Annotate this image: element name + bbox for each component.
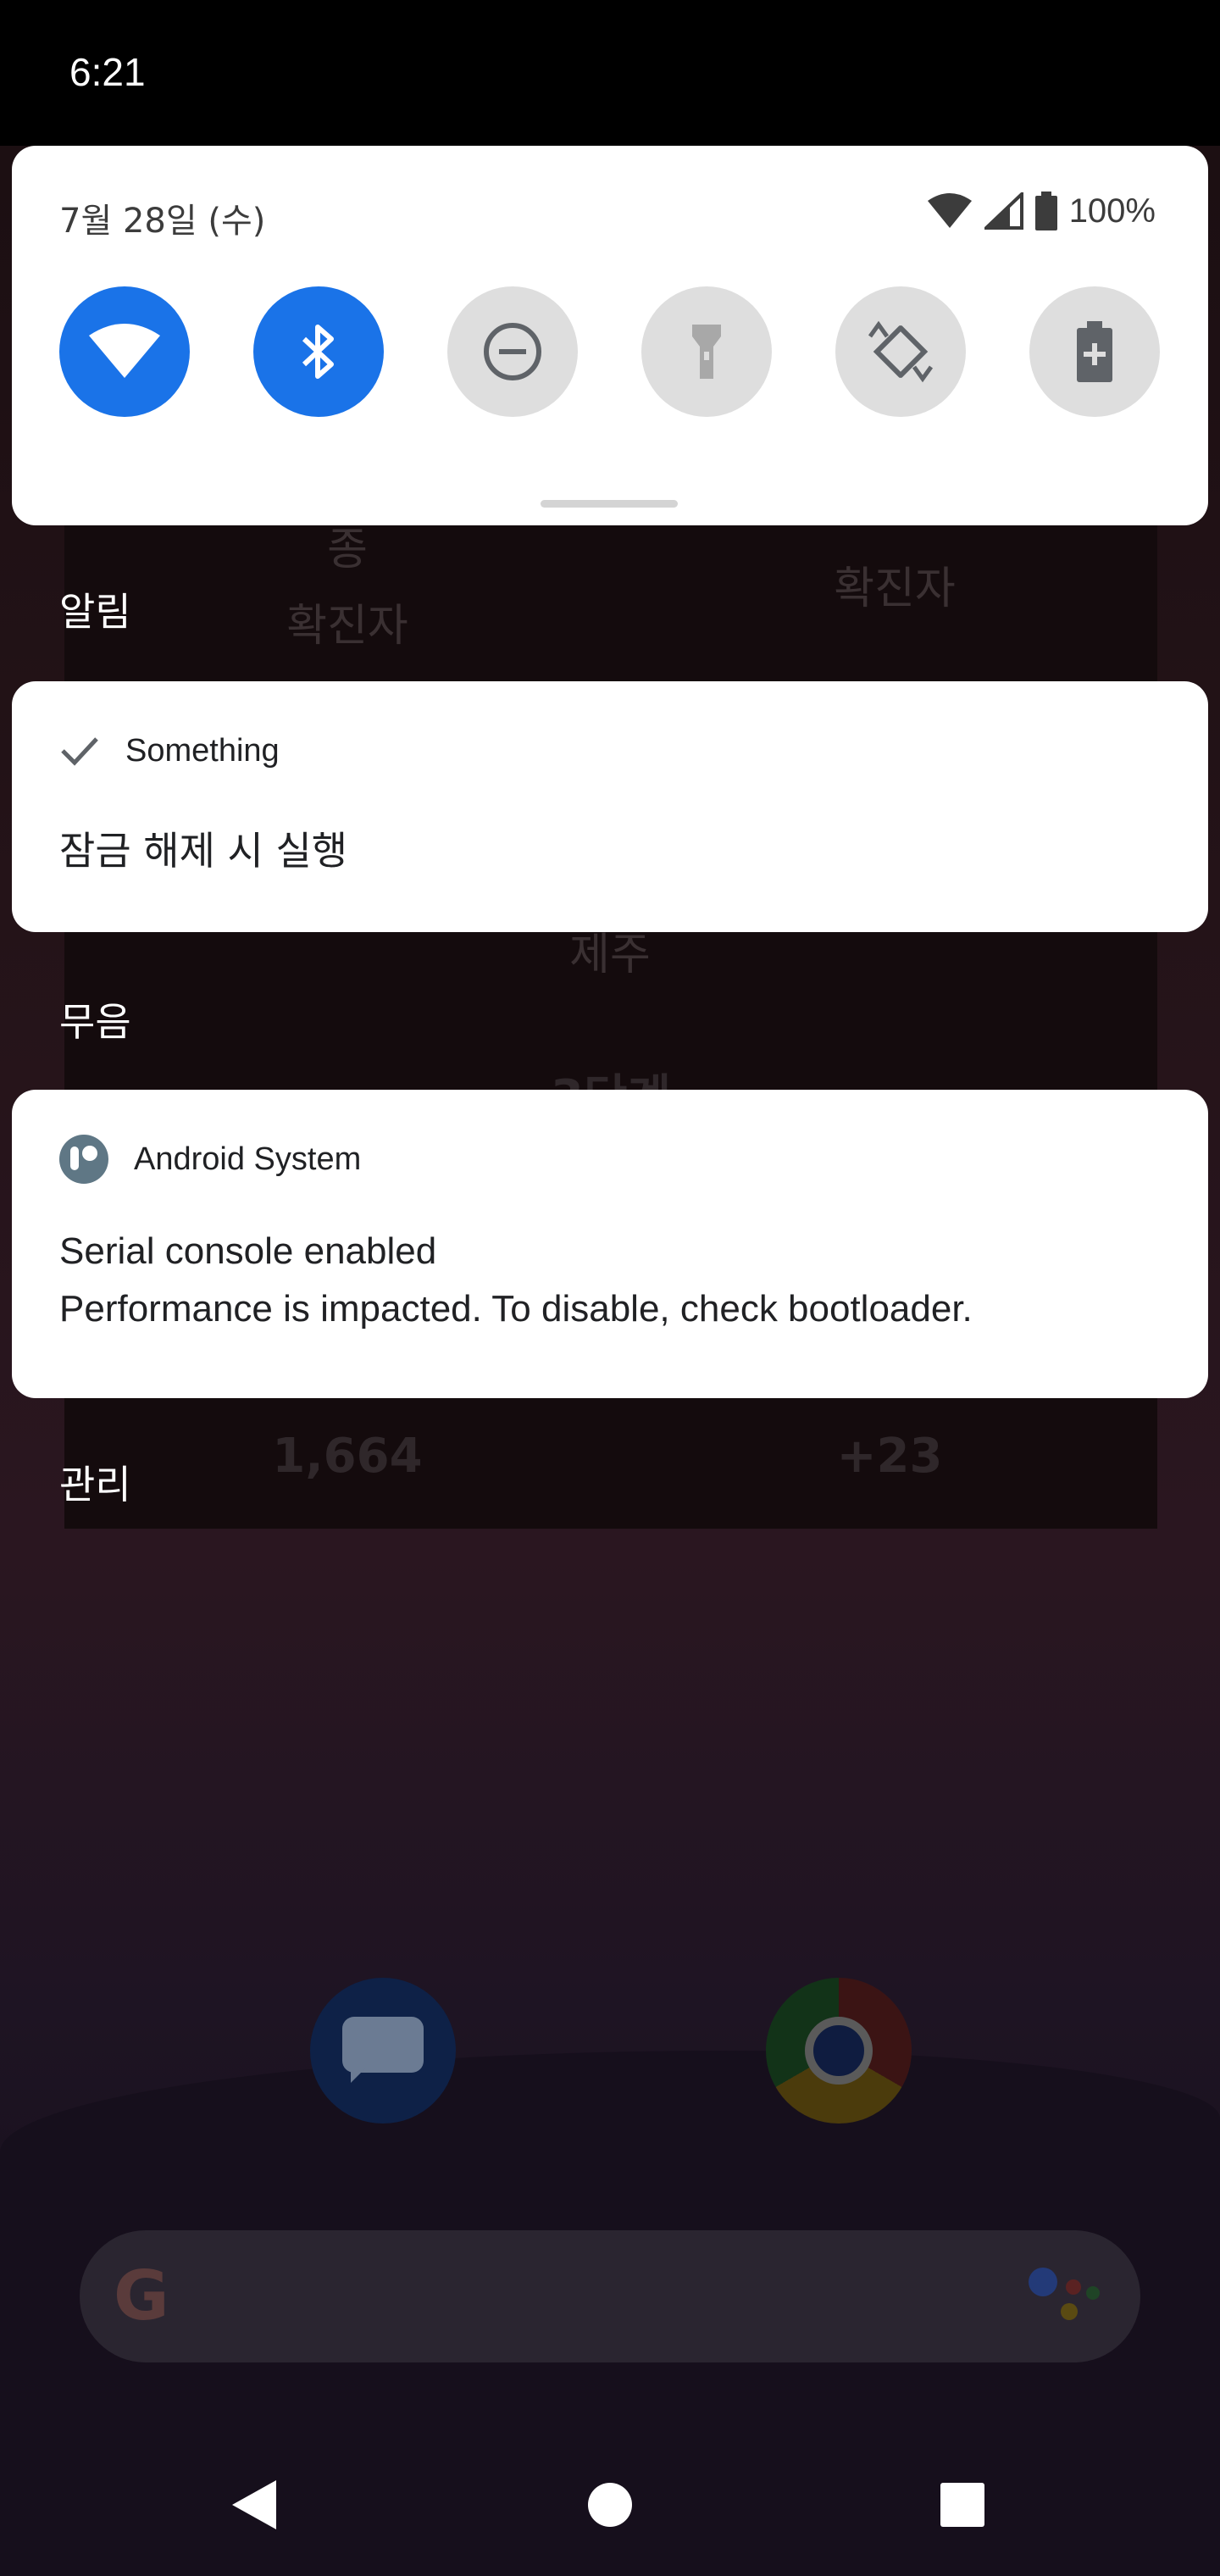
android-system-icon <box>59 1135 108 1184</box>
battery-saver-tile[interactable] <box>1029 286 1160 417</box>
home-icon <box>588 2483 632 2527</box>
notification-app-name: Something <box>125 732 280 769</box>
wifi-tile[interactable] <box>59 286 190 417</box>
auto-rotate-icon <box>868 318 934 386</box>
home-button[interactable] <box>569 2464 651 2545</box>
bluetooth-icon <box>302 325 334 379</box>
do-not-disturb-tile[interactable] <box>447 286 578 417</box>
flashlight-tile[interactable] <box>641 286 772 417</box>
battery-icon <box>1034 192 1057 230</box>
status-clock: 6:21 <box>69 50 146 94</box>
chrome-icon[interactable] <box>766 1978 912 2124</box>
flashlight-icon <box>692 325 721 379</box>
widget-value: 1,664 <box>272 1429 423 1484</box>
assistant-icon[interactable] <box>1029 2264 1105 2332</box>
do-not-disturb-icon <box>484 323 541 380</box>
bluetooth-tile[interactable] <box>253 286 384 417</box>
auto-rotate-tile[interactable] <box>835 286 966 417</box>
back-icon <box>232 2480 276 2529</box>
wifi-signal-icon <box>927 193 972 228</box>
widget-value: +23 <box>836 1429 943 1484</box>
notification-header: Android System <box>59 1134 361 1185</box>
notification-card[interactable]: Something 잠금 해제 시 실행 <box>12 681 1208 932</box>
navigation-bar <box>0 2430 1220 2576</box>
recents-button[interactable] <box>922 2464 1003 2545</box>
status-bar: 6:21 <box>0 0 1220 146</box>
manage-notifications-link[interactable]: 관리 <box>59 1454 131 1510</box>
notification-title: 잠금 해제 시 실행 <box>59 828 348 874</box>
check-icon <box>61 737 98 766</box>
cell-signal-icon <box>984 192 1023 230</box>
battery-percent: 100% <box>1068 192 1156 230</box>
notification-app-name: Android System <box>134 1141 362 1177</box>
notification-card[interactable]: Android System Serial console enabled Pe… <box>12 1090 1208 1398</box>
notification-header: Something <box>59 725 280 776</box>
widget-label: 확진자 <box>286 601 408 652</box>
qs-date[interactable]: 7월 28일 (수) <box>59 193 265 242</box>
wifi-icon <box>89 324 160 378</box>
battery-saver-icon <box>1077 321 1112 382</box>
widget-label: 확진자 <box>834 564 956 614</box>
back-button[interactable] <box>214 2464 295 2545</box>
google-search-bar[interactable]: G <box>80 2230 1140 2362</box>
notification-text: Performance is impacted. To disable, che… <box>59 1288 973 1330</box>
section-header-alerting: 알림 <box>59 589 131 635</box>
google-g-icon: G <box>114 2257 169 2335</box>
qs-status-icons: 100% <box>927 190 1156 232</box>
messages-icon[interactable] <box>310 1978 456 2124</box>
section-header-silent: 무음 <box>59 999 131 1045</box>
notification-title: Serial console enabled <box>59 1230 437 1272</box>
qs-expand-handle[interactable] <box>541 500 678 508</box>
recents-icon <box>940 2483 984 2527</box>
quick-settings-panel[interactable]: 7월 28일 (수) 100% <box>12 146 1208 525</box>
